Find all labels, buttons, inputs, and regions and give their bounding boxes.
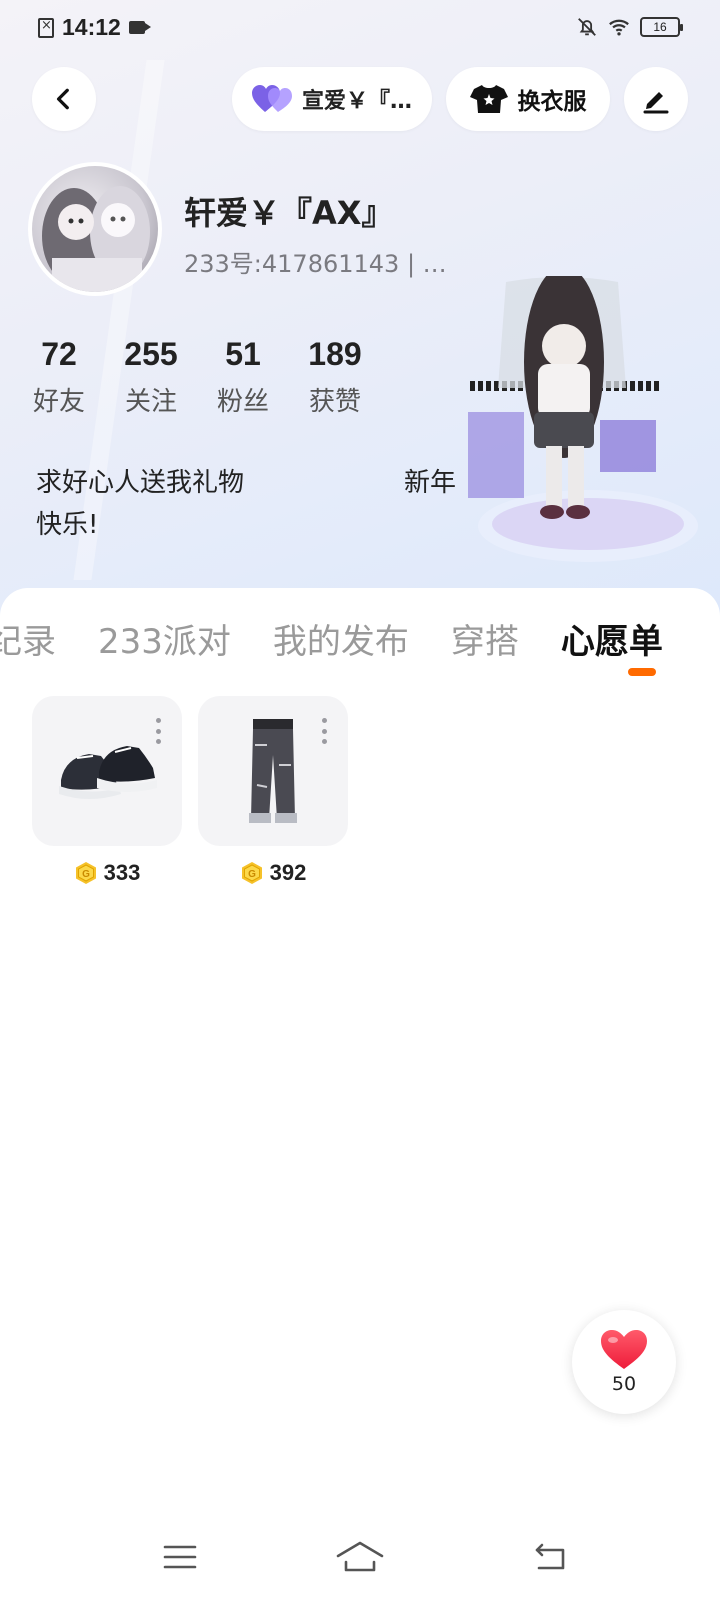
back-nav-button[interactable]: [530, 1540, 570, 1574]
stat-label: 好友: [32, 387, 85, 417]
bio-line: 快乐!: [36, 510, 99, 540]
wishlist-item[interactable]: G 333: [32, 696, 182, 886]
like-count: 50: [611, 1373, 637, 1395]
avatar-character-3d[interactable]: [462, 266, 704, 576]
wishlist-grid: G 333 G 392: [32, 696, 348, 886]
tshirt-icon: [469, 85, 508, 113]
svg-text:G: G: [248, 869, 256, 880]
video-record-icon: [128, 21, 151, 34]
tab-my-posts[interactable]: 我的发布: [273, 614, 409, 663]
chevron-left-icon: [56, 88, 69, 110]
more-options-icon[interactable]: [322, 718, 328, 744]
status-time: 14:12: [62, 14, 121, 40]
system-nav-bar: [0, 1520, 720, 1600]
stat-label: 粉丝: [216, 387, 269, 417]
stat-value: 72: [41, 336, 77, 372]
couple-name-label: 宣爱￥『…: [301, 89, 412, 114]
bio-line: 新年: [403, 468, 456, 498]
coin-icon: G: [75, 862, 96, 884]
like-button[interactable]: 50: [572, 1310, 676, 1414]
home-button[interactable]: [336, 1540, 384, 1574]
change-outfit-button[interactable]: 换衣服: [446, 67, 610, 131]
wishlist-item[interactable]: G 392: [198, 696, 348, 886]
stat-value: 255: [124, 336, 178, 372]
bio-line: 求好心人送我礼物: [36, 468, 245, 498]
heart-icon: [601, 1330, 647, 1369]
avatar-image: [32, 166, 158, 292]
stat-friends[interactable]: 72 好友: [28, 336, 90, 418]
profile-tabs: 纪录 233派对 我的发布 穿搭 心愿单: [0, 614, 663, 663]
bio: 求好心人送我礼物 新年 快乐!: [36, 462, 456, 546]
coin-icon: G: [241, 862, 262, 884]
stat-fans[interactable]: 51 粉丝: [212, 336, 274, 418]
user-id[interactable]: 233号:417861143 | …: [184, 244, 447, 279]
stat-following[interactable]: 255 关注: [120, 336, 182, 418]
back-nav-icon: [535, 1543, 565, 1570]
price-row: G 392: [198, 860, 348, 886]
wifi-icon: [609, 19, 629, 36]
menu-icon: [163, 1545, 197, 1569]
more-options-icon[interactable]: [156, 718, 162, 744]
stat-label: 关注: [124, 387, 177, 417]
double-heart-icon: [251, 85, 292, 112]
nickname: 轩爱￥『AX』: [184, 194, 394, 232]
battery-icon: 16: [640, 17, 683, 37]
item-price: 333: [103, 860, 141, 885]
tab-outfits[interactable]: 穿搭: [451, 614, 519, 663]
couple-badge-button[interactable]: 宣爱￥『…: [232, 67, 432, 131]
home-icon: [336, 1541, 384, 1572]
tab-records[interactable]: 纪录: [0, 614, 56, 663]
active-tab-indicator: [628, 668, 656, 676]
pencil-icon: [643, 92, 669, 114]
sim-error-icon: [38, 17, 54, 38]
price-row: G 333: [32, 860, 182, 886]
back-button[interactable]: [32, 67, 96, 131]
stat-label: 获赞: [308, 387, 361, 417]
tab-233-party[interactable]: 233派对: [98, 614, 231, 663]
wishlist-card[interactable]: [198, 696, 348, 846]
tab-wishlist[interactable]: 心愿单: [561, 614, 663, 663]
stat-value: 189: [308, 336, 362, 372]
stat-value: 51: [225, 336, 261, 372]
stat-likes[interactable]: 189 获赞: [304, 336, 366, 418]
profile-stats: 72 好友 255 关注 51 粉丝 189 获赞: [28, 336, 366, 418]
edit-profile-button[interactable]: [624, 67, 688, 131]
jeans-image: [249, 719, 297, 823]
item-price: 392: [269, 860, 307, 885]
wishlist-card[interactable]: [32, 696, 182, 846]
sneakers-image: [59, 746, 157, 799]
bell-off-icon: [578, 18, 596, 36]
status-bar: 14:12 16: [0, 0, 720, 56]
svg-text:G: G: [82, 869, 90, 880]
menu-button[interactable]: [160, 1540, 200, 1574]
change-outfit-label: 换衣服: [517, 89, 587, 115]
avatar[interactable]: [28, 162, 162, 296]
